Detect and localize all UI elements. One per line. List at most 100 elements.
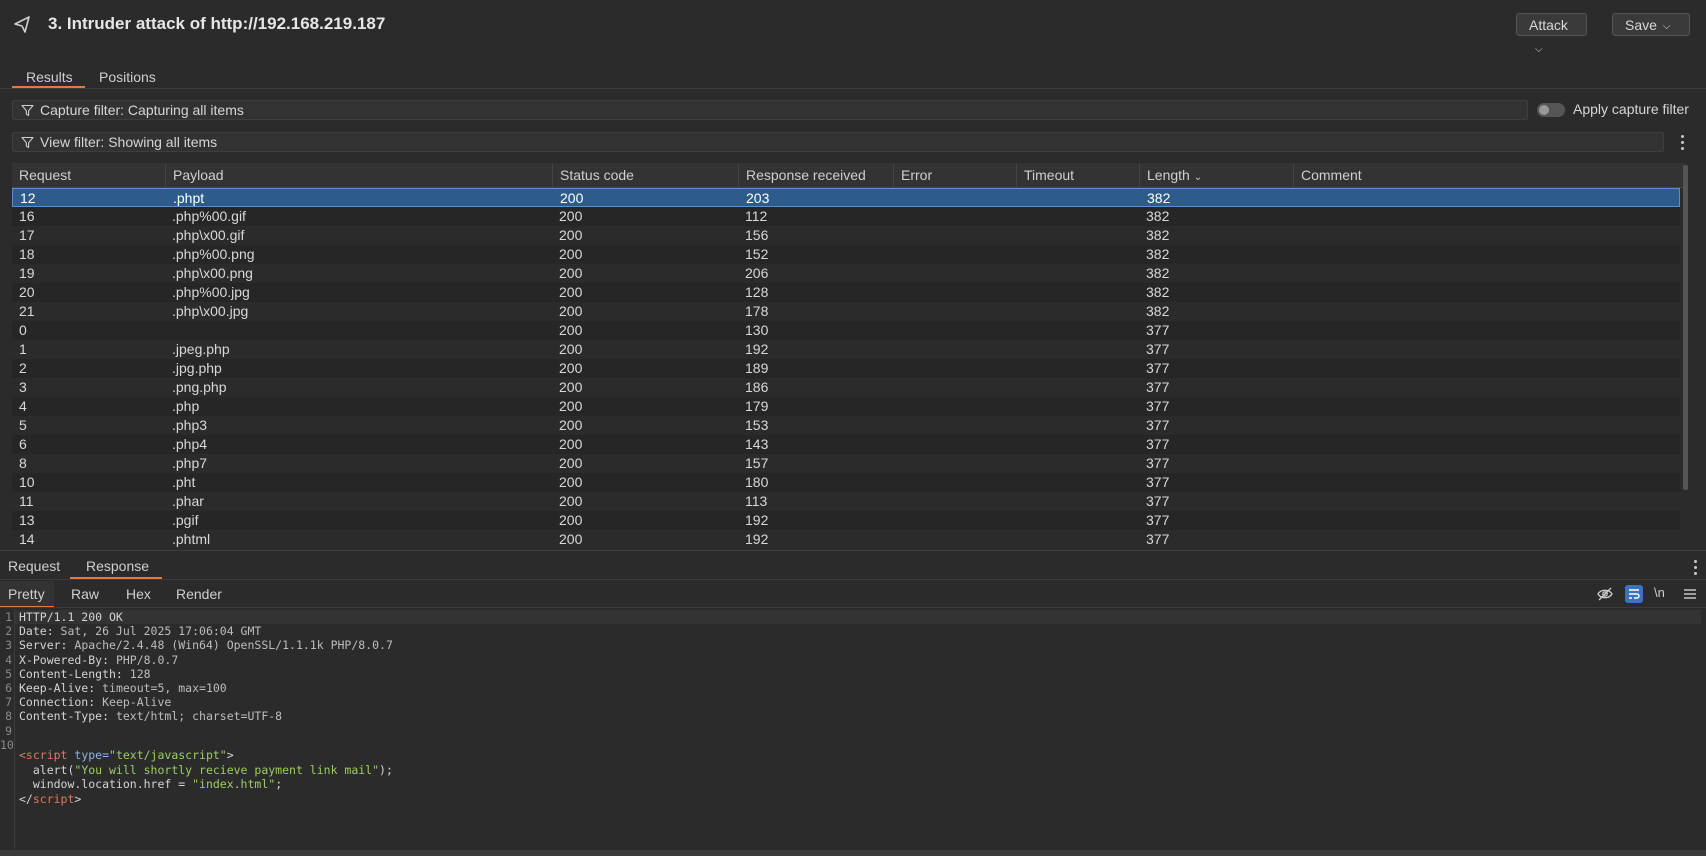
tab-render[interactable]: Render <box>176 586 222 602</box>
table-row[interactable]: 3 .png.php 200 186 377 <box>12 378 1680 397</box>
table-row[interactable]: 12 .phpt 200 203 382 <box>12 188 1680 207</box>
line-number: 6 <box>5 681 12 695</box>
cell-length: 377 <box>1146 322 1170 338</box>
alert-prefix: alert( <box>19 763 75 777</box>
code-line-5: Content-Length: 128 <box>19 667 151 681</box>
cell-response-received: 112 <box>745 208 768 224</box>
wrap-lines-icon[interactable] <box>1625 585 1643 603</box>
cell-response-received: 113 <box>745 493 768 509</box>
cell-payload: .php4 <box>172 436 208 452</box>
table-row[interactable]: 10 .pht 200 180 377 <box>12 473 1680 492</box>
table-row[interactable]: 11 .phar 200 113 377 <box>12 492 1680 511</box>
cell-request: 17 <box>19 227 35 243</box>
save-button[interactable]: Save ⌵ <box>1612 13 1690 36</box>
column-header-timeout[interactable]: Timeout <box>1016 163 1139 188</box>
line-number: 3 <box>5 638 12 653</box>
cell-payload: .php%00.jpg <box>172 284 250 300</box>
table-row[interactable]: 13 .pgif 200 192 377 <box>12 511 1680 530</box>
table-row[interactable]: 5 .php3 200 153 377 <box>12 416 1680 435</box>
cell-length: 377 <box>1146 341 1170 357</box>
cell-length: 377 <box>1146 360 1170 376</box>
cell-payload: .php%00.png <box>172 246 255 262</box>
table-row[interactable]: 2 .jpg.php 200 189 377 <box>12 359 1680 378</box>
tab-raw[interactable]: Raw <box>71 586 99 602</box>
header-value: Sat, 26 Jul 2025 17:06:04 GMT <box>53 624 262 639</box>
cell-length: 382 <box>1146 284 1170 300</box>
cell-payload: .phtml <box>172 531 211 547</box>
line-number: 1 <box>5 610 12 624</box>
cell-request: 4 <box>19 398 27 414</box>
table-row[interactable]: 4 .php 200 179 377 <box>12 397 1680 416</box>
cell-status-code: 200 <box>559 208 583 224</box>
line-number: 8 <box>5 709 12 724</box>
code-line-13: </script> <box>19 792 81 806</box>
view-filter-text: View filter: Showing all items <box>40 134 218 150</box>
tab-request[interactable]: Request <box>8 558 60 574</box>
tab-positions[interactable]: Positions <box>99 69 156 85</box>
divider <box>0 579 1706 580</box>
header-value: Keep-Alive <box>95 695 172 710</box>
response-editor[interactable]: 1 2 3 4 5 6 7 8 9 10 HTTP/1.1 200 OK Date: Sat, 26… <box>0 609 1706 849</box>
table-header: Request Payload Status code Response rec… <box>12 163 1684 188</box>
column-header-payload[interactable]: Payload <box>165 163 552 188</box>
table-row[interactable]: 8 .php7 200 157 377 <box>12 454 1680 473</box>
column-header-error[interactable]: Error <box>893 163 1016 188</box>
cell-request: 20 <box>19 284 35 300</box>
cell-status-code: 200 <box>559 303 583 319</box>
column-header-response-received[interactable]: Response received <box>738 163 893 188</box>
capture-filter-bar[interactable]: Capture filter: Capturing all items <box>12 100 1528 120</box>
table-row[interactable]: 1 .jpeg.php 200 192 377 <box>12 340 1680 359</box>
cell-request: 0 <box>19 322 27 338</box>
table-row[interactable]: 17 .php\x00.gif 200 156 382 <box>12 226 1680 245</box>
more-options-icon[interactable] <box>1681 135 1685 153</box>
script-open-tag: <script <box>19 748 68 762</box>
cell-request: 11 <box>19 493 34 509</box>
table-row[interactable]: 21 .php\x00.jpg 200 178 382 <box>12 302 1680 321</box>
tab-results[interactable]: Results <box>26 69 73 85</box>
cell-response-received: 189 <box>745 360 769 376</box>
column-header-request[interactable]: Request <box>12 163 165 188</box>
cell-payload: .php\x00.png <box>172 265 253 281</box>
table-row[interactable]: 20 .php%00.jpg 200 128 382 <box>12 283 1680 302</box>
column-header-status-code[interactable]: Status code <box>552 163 738 188</box>
column-header-comment[interactable]: Comment <box>1293 163 1684 188</box>
table-row[interactable]: 14 .phtml 200 192 377 <box>12 530 1680 548</box>
header-value: 128 <box>122 666 151 681</box>
attack-button[interactable]: Attack ⌵ <box>1516 13 1587 55</box>
table-row[interactable]: 16 .php%00.gif 200 112 382 <box>12 207 1680 226</box>
hide-icon[interactable] <box>1596 585 1614 603</box>
cell-response-received: 130 <box>745 322 769 338</box>
cell-response-received: 156 <box>745 227 769 243</box>
header-key: Keep-Alive: <box>19 681 96 695</box>
header-key: Server: <box>19 638 68 653</box>
cell-status-code: 200 <box>560 190 584 206</box>
more-options-icon[interactable] <box>1694 560 1698 578</box>
intruder-icon <box>14 16 30 33</box>
table-row[interactable]: 18 .php%00.png 200 152 382 <box>12 245 1680 264</box>
tab-response[interactable]: Response <box>86 558 149 574</box>
cell-length: 377 <box>1146 398 1170 414</box>
table-row[interactable]: 6 .php4 200 143 377 <box>12 435 1680 454</box>
view-filter-bar[interactable]: View filter: Showing all items <box>12 132 1664 152</box>
column-header-length[interactable]: Length ⌄ <box>1139 163 1293 188</box>
cell-response-received: 152 <box>745 246 769 262</box>
cell-response-received: 178 <box>745 303 769 319</box>
cell-payload: .php%00.gif <box>172 208 246 224</box>
table-row[interactable]: 19 .php\x00.png 200 206 382 <box>12 264 1680 283</box>
cell-payload: .phar <box>172 493 204 509</box>
cell-status-code: 200 <box>559 512 583 528</box>
cell-length: 377 <box>1146 379 1170 395</box>
tab-pretty[interactable]: Pretty <box>8 586 45 602</box>
apply-capture-filter-toggle[interactable] <box>1537 103 1565 117</box>
cell-status-code: 200 <box>559 417 583 433</box>
cell-response-received: 153 <box>745 417 769 433</box>
table-row[interactable]: 0 200 130 377 <box>12 321 1680 340</box>
cell-request: 16 <box>19 208 35 224</box>
tab-hex[interactable]: Hex <box>126 586 151 602</box>
cell-length: 382 <box>1147 190 1171 206</box>
script-attr: type= <box>67 748 110 762</box>
show-newlines-button[interactable]: \n <box>1654 585 1665 600</box>
header-value: PHP/8.0.7 <box>109 652 179 667</box>
menu-icon[interactable] <box>1681 585 1699 603</box>
table-scrollbar[interactable] <box>1683 165 1688 490</box>
